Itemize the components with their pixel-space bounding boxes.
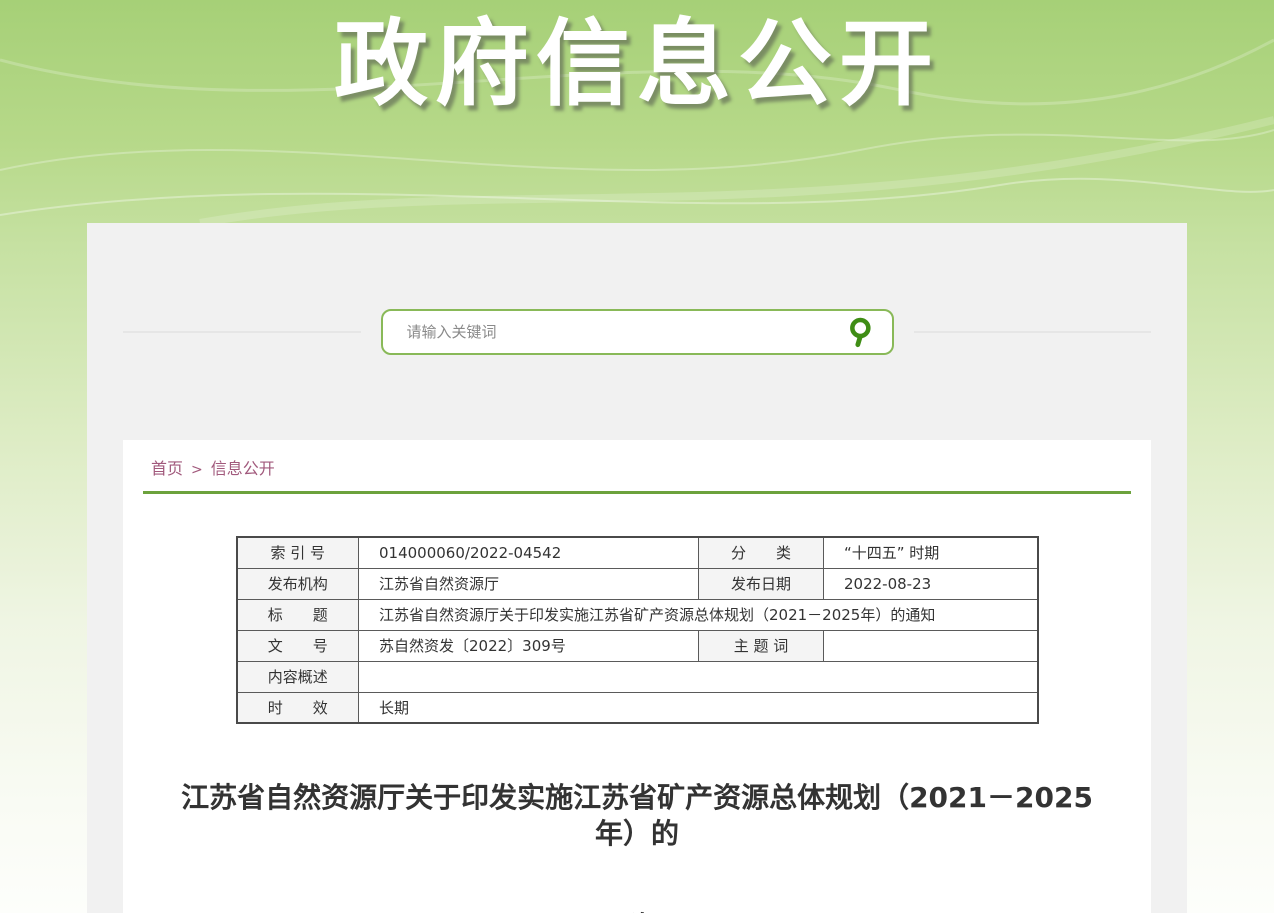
- document-meta-table: 索 引 号 014000060/2022-04542 分 类 “十四五” 时期 …: [236, 536, 1039, 724]
- meta-index-value: 014000060/2022-04542: [359, 537, 699, 568]
- meta-date-label: 发布日期: [699, 568, 824, 599]
- divider-line-right: [914, 331, 1152, 333]
- meta-docnum-value: 苏自然资发〔2022〕309号: [359, 630, 699, 661]
- meta-summary-value: [359, 661, 1038, 692]
- divider-line-left: [123, 331, 361, 333]
- search-box: [381, 309, 894, 355]
- search-button[interactable]: [842, 313, 880, 351]
- meta-agency-label: 发布机构: [237, 568, 359, 599]
- search-bar: [123, 223, 1151, 355]
- table-row: 内容概述: [237, 661, 1038, 692]
- meta-title-label: 标 题: [237, 599, 359, 630]
- meta-agency-value: 江苏省自然资源厅: [359, 568, 699, 599]
- table-row: 文 号 苏自然资发〔2022〕309号 主 题 词: [237, 630, 1038, 661]
- breadcrumb-section[interactable]: 信息公开: [211, 459, 275, 478]
- table-row: 标 题 江苏省自然资源厅关于印发实施江苏省矿产资源总体规划（2021－2025年…: [237, 599, 1038, 630]
- search-input[interactable]: [407, 323, 842, 341]
- meta-date-value: 2022-08-23: [824, 568, 1038, 599]
- green-divider: [143, 491, 1131, 494]
- breadcrumb-separator: >: [191, 462, 203, 478]
- breadcrumb: 首页 > 信息公开: [123, 455, 1151, 479]
- meta-validity-value: 长期: [359, 692, 1038, 723]
- article-title-line1: 江苏省自然资源厅关于印发实施江苏省矿产资源总体规划（2021－2025年）的: [123, 780, 1151, 853]
- table-row: 索 引 号 014000060/2022-04542 分 类 “十四五” 时期: [237, 537, 1038, 568]
- meta-summary-label: 内容概述: [237, 661, 359, 692]
- breadcrumb-home[interactable]: 首页: [151, 459, 183, 478]
- meta-subject-value: [824, 630, 1038, 661]
- table-row: 发布机构 江苏省自然资源厅 发布日期 2022-08-23: [237, 568, 1038, 599]
- article-card: 首页 > 信息公开 索 引 号 014000060/2022-04542 分 类 “…: [123, 440, 1151, 913]
- banner: 政府信息公开: [0, 0, 1274, 223]
- meta-title-value: 江苏省自然资源厅关于印发实施江苏省矿产资源总体规划（2021－2025年）的通知: [359, 599, 1038, 630]
- search-icon: [845, 316, 877, 348]
- article-title-line2: 通知: [123, 909, 1151, 913]
- meta-category-label: 分 类: [699, 537, 824, 568]
- meta-category-value: “十四五” 时期: [824, 537, 1038, 568]
- page-title: 政府信息公开: [0, 16, 1274, 115]
- table-row: 时 效 长期: [237, 692, 1038, 723]
- content-panel: 首页 > 信息公开 索 引 号 014000060/2022-04542 分 类 “…: [87, 223, 1187, 913]
- meta-index-label: 索 引 号: [237, 537, 359, 568]
- page-background: 政府信息公开 首页 > 信息公开: [0, 0, 1274, 913]
- meta-docnum-label: 文 号: [237, 630, 359, 661]
- meta-validity-label: 时 效: [237, 692, 359, 723]
- meta-subject-label: 主 题 词: [699, 630, 824, 661]
